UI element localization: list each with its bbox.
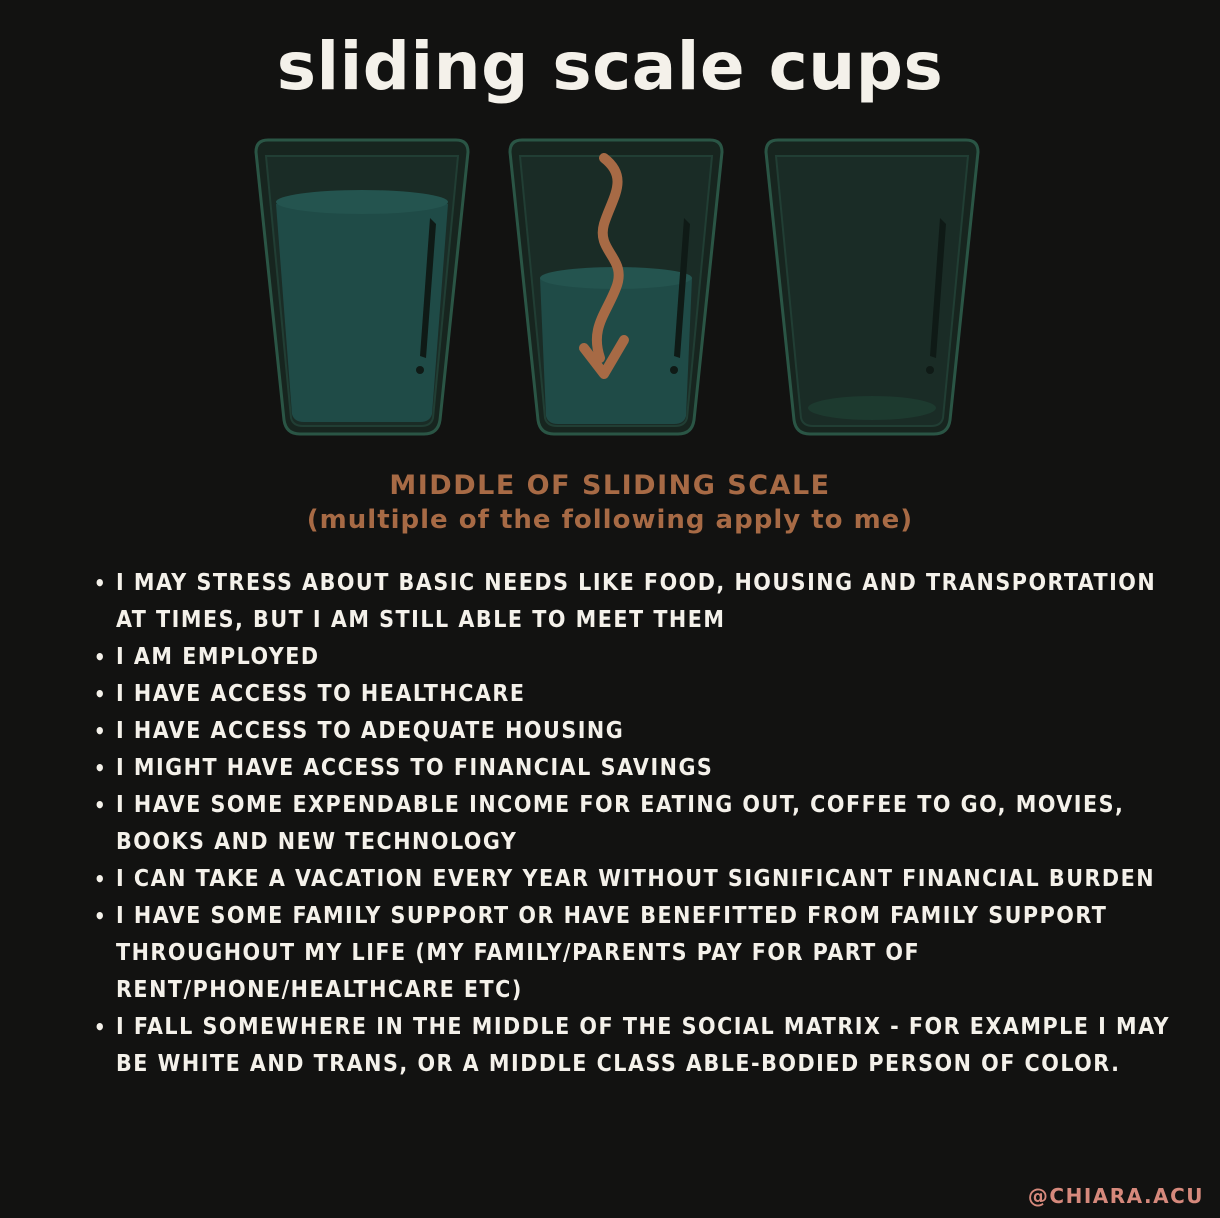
scale-subheading: (multiple of the following apply to me)	[306, 505, 914, 535]
full-cup-icon	[254, 138, 470, 436]
page-title: sliding scale cups	[276, 28, 944, 105]
list-item: • I fall somewhere in the middle of the s…	[92, 1009, 1182, 1083]
list-item: • I have access to healthcare	[92, 676, 1182, 713]
list-item: • I might have access to financial saving…	[92, 750, 1182, 787]
list-item: • I have some expendable income for eatin…	[92, 787, 1182, 861]
bullet-icon: •	[94, 904, 108, 928]
list-item: • I may stress about basic needs like foo…	[92, 565, 1182, 639]
bullet-icon: •	[94, 719, 108, 743]
empty-cup-icon	[764, 138, 980, 436]
bullet-icon: •	[94, 682, 108, 706]
bullet-icon: •	[94, 867, 108, 891]
author-handle: @CHIARA.ACU	[1027, 1184, 1204, 1208]
list-item: • I have some family support or have bene…	[92, 898, 1182, 1009]
bullet-icon: •	[94, 793, 108, 817]
bullet-icon: •	[94, 1015, 108, 1039]
list-item: • I can take a vacation every year withou…	[92, 861, 1182, 898]
criteria-list: • I may stress about basic needs like foo…	[92, 565, 1182, 1083]
list-item: • I have access to adequate housing	[92, 713, 1182, 750]
cups-illustration	[254, 138, 980, 436]
bullet-icon: •	[94, 645, 108, 669]
bullet-icon: •	[94, 756, 108, 780]
list-item: • I am employed	[92, 639, 1182, 676]
scale-heading: MIDDLE OF SLIDING SCALE	[389, 470, 831, 501]
bullet-icon: •	[94, 571, 108, 595]
